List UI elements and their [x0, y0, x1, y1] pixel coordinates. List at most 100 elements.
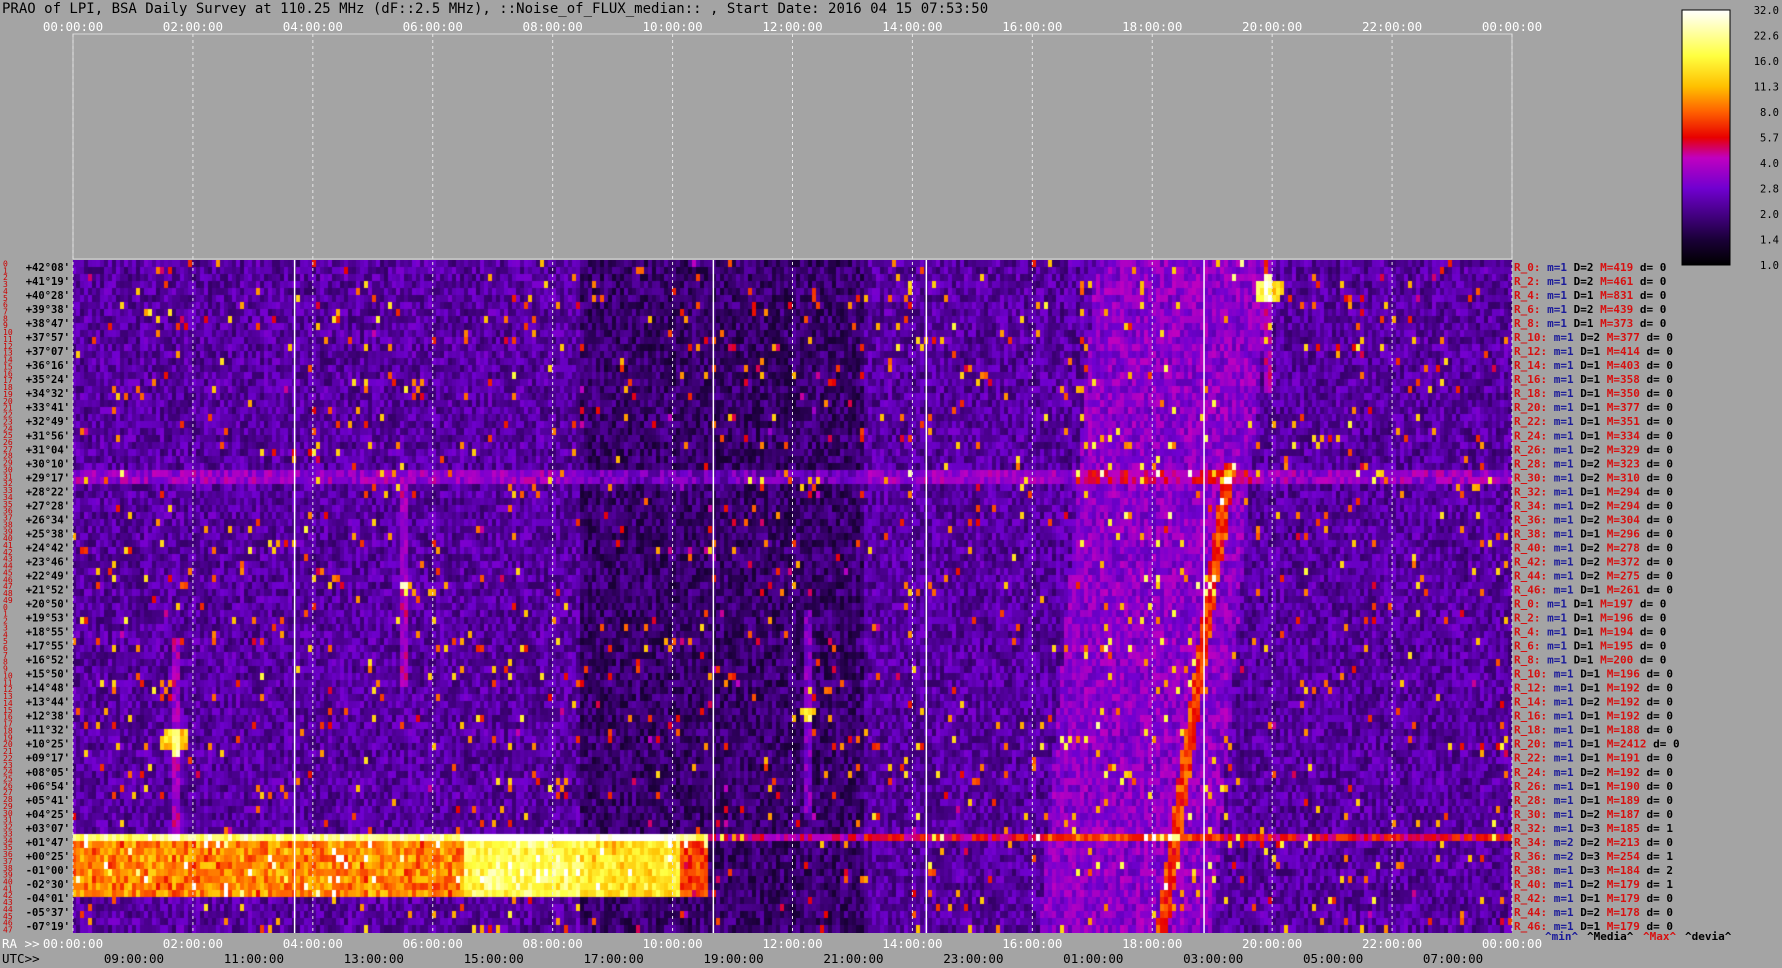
row-stat: R_10: m=1 D=1 M=196 d= 0: [1514, 668, 1673, 681]
declination-label: +37°57': [26, 332, 70, 344]
declination-label: +19°53': [26, 613, 70, 625]
row-stat: R_8: m=1 D=1 M=200 d= 0: [1514, 654, 1666, 667]
declination-label: +40°28': [26, 290, 70, 302]
utc-axis-tick: 13:00:00: [344, 951, 404, 966]
row-stat: R_6: m=1 D=1 M=195 d= 0: [1514, 640, 1666, 653]
declination-label: +17°55': [26, 641, 70, 653]
declination-label: -02°30': [26, 879, 70, 891]
colorbar-tick: 4.0: [1760, 158, 1779, 170]
utc-axis-tick: 21:00:00: [823, 951, 883, 966]
colorbar-tick: 1.4: [1760, 235, 1779, 247]
row-stat: R_18: m=1 D=1 M=188 d= 0: [1514, 724, 1673, 737]
row-stat: R_34: m=1 D=2 M=294 d= 0: [1514, 499, 1673, 512]
ra-axis-tick: 20:00:00: [1242, 936, 1302, 951]
top-axis-tick: 00:00:00: [1482, 19, 1542, 34]
row-stat: R_20: m=1 D=1 M=377 d= 0: [1514, 401, 1673, 414]
row-stat: R_2: m=1 D=2 M=461 d= 0: [1514, 275, 1666, 288]
colorbar-tick: 22.6: [1754, 31, 1779, 43]
declination-label: +09°17': [26, 753, 70, 765]
ra-axis-tick: 08:00:00: [523, 936, 583, 951]
declination-label: +33°41': [26, 402, 70, 414]
declination-label: +11°32': [26, 725, 70, 737]
ra-axis-tick: 18:00:00: [1122, 936, 1182, 951]
colorbar-tick: 1.0: [1760, 260, 1779, 272]
declination-label: -01°00': [26, 865, 70, 877]
row-stat: R_40: m=1 D=2 M=278 d= 0: [1514, 541, 1673, 554]
declination-label: -04°01': [26, 893, 70, 905]
row-stat: R_6: m=1 D=2 M=439 d= 0: [1514, 303, 1666, 316]
row-number: 47: [3, 926, 13, 935]
row-stat: R_32: m=1 D=1 M=294 d= 0: [1514, 485, 1673, 498]
row-stat: R_38: m=1 D=1 M=296 d= 0: [1514, 527, 1673, 540]
row-stat: R_26: m=1 D=2 M=329 d= 0: [1514, 443, 1673, 456]
colorbar-tick: 32.0: [1754, 5, 1779, 17]
row-stat: R_24: m=1 D=1 M=334 d= 0: [1514, 429, 1673, 442]
utc-axis-tick: 15:00:00: [464, 951, 524, 966]
declination-label: +26°34': [26, 514, 70, 526]
declination-label: +21°52': [26, 584, 70, 596]
declination-label: +30°10': [26, 458, 70, 470]
row-stat: R_4: m=1 D=1 M=831 d= 0: [1514, 289, 1666, 302]
top-axis-tick: 08:00:00: [523, 19, 583, 34]
top-axis-tick: 14:00:00: [882, 19, 942, 34]
footer-legend-item: ^Media^: [1587, 930, 1634, 943]
colorbar-tick: 16.0: [1754, 56, 1779, 68]
declination-label: +15°50': [26, 669, 70, 681]
utc-axis-tick: 07:00:00: [1423, 951, 1483, 966]
row-stat: R_28: m=1 D=2 M=323 d= 0: [1514, 457, 1673, 470]
row-stat: R_10: m=1 D=2 M=377 d= 0: [1514, 331, 1673, 344]
declination-label: +08°05': [26, 767, 70, 779]
row-stat: R_22: m=1 D=1 M=191 d= 0: [1514, 752, 1673, 765]
row-stat: R_14: m=1 D=2 M=192 d= 0: [1514, 696, 1673, 709]
row-stat: R_46: m=1 D=1 M=261 d= 0: [1514, 583, 1673, 596]
row-stat: R_8: m=1 D=1 M=373 d= 0: [1514, 317, 1666, 330]
ra-axis-tick: 14:00:00: [882, 936, 942, 951]
heatmap: [72, 34, 1513, 933]
colorbar-tick: 2.8: [1760, 184, 1779, 196]
ra-axis-tick: 10:00:00: [642, 936, 702, 951]
declination-label: +31°56': [26, 430, 70, 442]
row-stat: R_44: m=1 D=2 M=275 d= 0: [1514, 569, 1673, 582]
declination-label: +05°41': [26, 795, 70, 807]
row-stat: R_0: m=1 D=2 M=419 d= 0: [1514, 261, 1666, 274]
declination-label: +12°38': [26, 711, 70, 723]
colorbar-tick: 5.7: [1760, 133, 1779, 145]
row-stat: R_12: m=1 D=1 M=414 d= 0: [1514, 345, 1673, 358]
row-stat: R_18: m=1 D=1 M=350 d= 0: [1514, 387, 1673, 400]
declination-label: +29°17': [26, 472, 70, 484]
declination-label: +24°42': [26, 542, 70, 554]
ra-axis-tick: 00:00:00: [1482, 936, 1542, 951]
colorbar: [1681, 9, 1731, 266]
declination-label: +16°52': [26, 655, 70, 667]
declination-label: +03°07': [26, 823, 70, 835]
declination-label: +18°55': [26, 627, 70, 639]
utc-axis-tick: 05:00:00: [1303, 951, 1363, 966]
utc-axis-tick: 17:00:00: [584, 951, 644, 966]
top-grid: [72, 33, 1513, 260]
declination-label: +22°49': [26, 570, 70, 582]
row-stat: R_4: m=1 D=1 M=194 d= 0: [1514, 626, 1666, 639]
top-axis-tick: 16:00:00: [1002, 19, 1062, 34]
colorbar-tick: 8.0: [1760, 107, 1779, 119]
top-panel-frame: [72, 33, 1513, 260]
declination-label: +10°25': [26, 739, 70, 751]
ra-axis-tick: 02:00:00: [163, 936, 223, 951]
row-stat: R_20: m=1 D=1 M=2412 d= 0: [1514, 738, 1680, 751]
survey-chart: 00:00:00 02:00:00 04:00:00 06:00:00 08:00:00…: [2, 5, 1779, 966]
ra-axis-tick: 06:00:00: [403, 936, 463, 951]
row-stat: R_42: m=1 D=1 M=179 d= 0: [1514, 892, 1673, 905]
declination-label: -05°37': [26, 907, 70, 919]
declination-label: +31°04': [26, 444, 70, 456]
declination-label: +32°49': [26, 416, 70, 428]
utc-axis-tick: 19:00:00: [703, 951, 763, 966]
top-axis-tick: 04:00:00: [283, 19, 343, 34]
row-stat: R_36: m=1 D=2 M=304 d= 0: [1514, 513, 1673, 526]
row-stat: R_38: m=1 D=3 M=184 d= 2: [1514, 864, 1673, 877]
top-axis-tick: 10:00:00: [642, 19, 702, 34]
ra-axis-tick: 00:00:00: [43, 936, 103, 951]
ra-axis-tick: 16:00:00: [1002, 936, 1062, 951]
row-stat: R_0: m=1 D=1 M=197 d= 0: [1514, 598, 1666, 611]
footer-legend-item: ^Max^: [1643, 930, 1676, 943]
ra-axis-tick: 12:00:00: [762, 936, 822, 951]
utc-axis-tick: 09:00:00: [104, 951, 164, 966]
